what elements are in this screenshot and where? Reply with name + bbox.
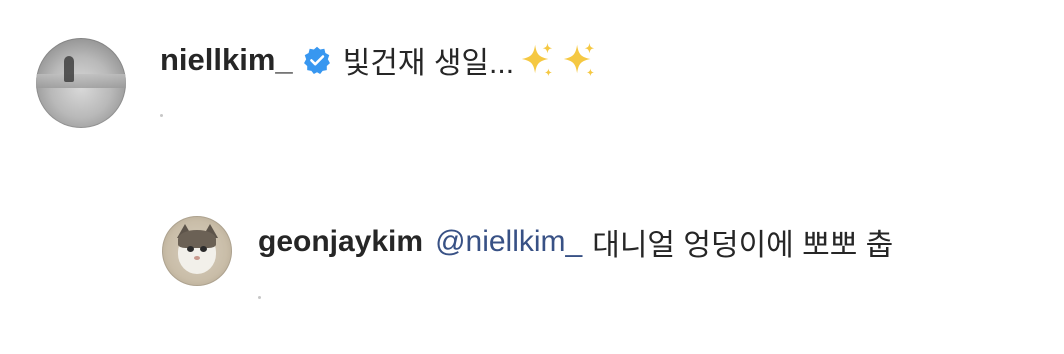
verified-badge-icon [303,46,331,74]
reply-mention-link[interactable]: @niellkim_ [435,225,582,259]
reply-avatar[interactable] [162,216,232,286]
avatar-photo-horizon [36,74,126,88]
comment-line: niellkim_ 빛건재 생일... [160,38,602,82]
comment-body: niellkim_ 빛건재 생일... [160,38,602,117]
sparkles-icon [521,42,553,77]
avatar[interactable] [36,38,126,128]
comment-username[interactable]: niellkim_ [160,42,293,78]
comment: niellkim_ 빛건재 생일... [36,38,602,128]
meta-divider [160,114,163,117]
comment-text: 빛건재 생일... [342,47,515,80]
reply-line: geonjaykim @niellkim_ 대니얼 엉덩이에 뽀뽀 춥 [258,220,893,264]
avatar-photo-figure [64,56,74,82]
reply-body: geonjaykim @niellkim_ 대니얼 엉덩이에 뽀뽀 춥 [258,220,893,299]
cat-fur-patch [178,230,216,248]
cat-eye [187,246,194,252]
sparkles-icon [563,42,595,77]
reply-meta [258,286,893,299]
reply-username[interactable]: geonjaykim [258,225,423,259]
comment-meta [160,104,602,117]
meta-divider [258,296,261,299]
cat-nose [194,256,200,260]
reply-comment: geonjaykim @niellkim_ 대니얼 엉덩이에 뽀뽀 춥 [162,216,893,299]
cat-eye [200,246,207,252]
sparkles-emoji [518,41,602,79]
reply-text: 대니얼 엉덩이에 뽀뽀 춥 [592,229,894,262]
